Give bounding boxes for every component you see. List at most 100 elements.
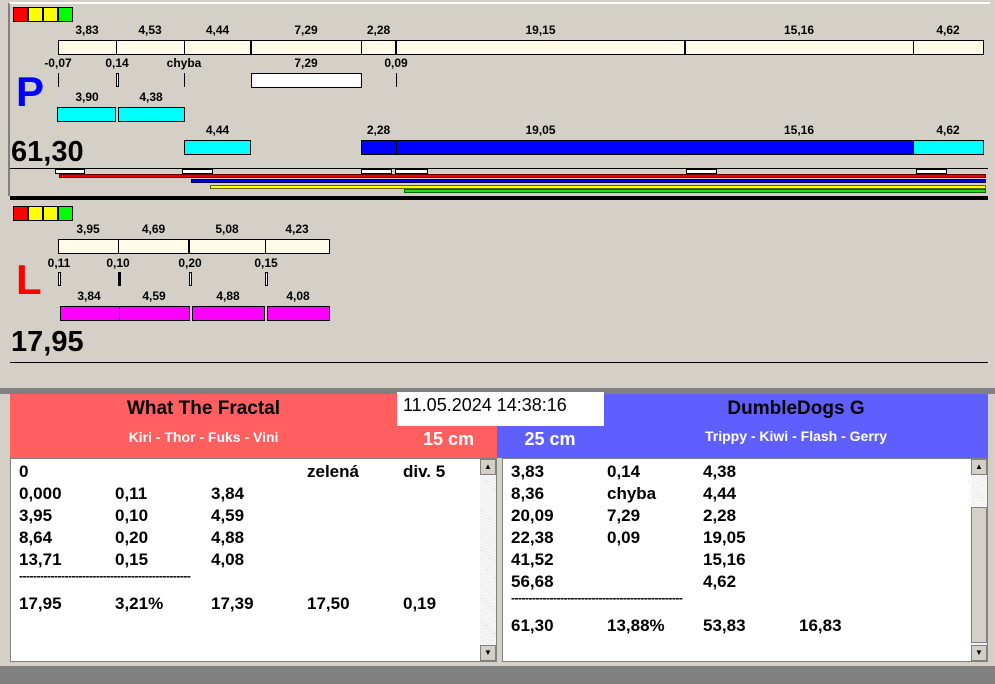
l-marker-label: 0,20 [178,256,202,270]
p-bottom-label: 4,62 [936,123,960,137]
p-letter: P [16,68,45,115]
p-top-label: 4,44 [205,23,230,37]
cell: 0,000 [19,484,62,503]
l-top-label: 3,95 [76,222,100,236]
p-bottom-segment [685,140,914,155]
p-timeline-axis [10,168,988,169]
cell: 2,28 [703,506,737,525]
p-bottom-segment [361,140,397,155]
status-red [13,7,28,22]
p-top-label: 19,15 [525,23,556,37]
cell: 0,14 [607,462,641,481]
cell: 61,30 [511,616,554,635]
cell: 0 [19,462,29,481]
p-top-segment [361,40,397,55]
left-results-list[interactable]: 0 zelená div. 5 0,000 0,11 3,84 3,95 0,10 4,59… [10,458,497,662]
right-team-members: Trippy - Kiwi - Flash - Gerry [704,428,888,444]
p-top-segment [913,40,984,55]
cell: 20,09 [511,506,554,525]
status-yellow [43,7,58,22]
scroll-down-button[interactable]: ▼ [480,645,496,661]
p-bottom-label: 15,16 [783,123,815,137]
p-bottom-segment [184,140,251,155]
cell: 7,29 [607,506,641,525]
p-bottom-segment [913,140,984,155]
left-team-name: What The Fractal [126,398,281,419]
scroll-up-button[interactable]: ▲ [480,459,496,475]
p-top-label: 15,16 [783,23,815,37]
datetime-display: 11.05.2024 14:38:16 [397,392,604,426]
l-magenta-label: 4,08 [286,289,310,303]
l-top-segment [265,239,330,254]
cell: 4,59 [211,506,245,525]
cell: 8,64 [19,528,53,547]
l-top-label: 4,69 [141,222,166,236]
l-marker [189,272,192,286]
cell: 3,84 [211,484,245,503]
l-letter: L [16,256,42,303]
p-marker-label: 0,09 [384,56,408,70]
p-cyan-segment [118,107,185,122]
l-magenta-segment [267,306,330,321]
cell: zelená [307,462,359,481]
scroll-thumb[interactable] [971,507,987,643]
separator-text: ----------------------------------------… [511,591,683,605]
p-marker [58,73,59,87]
l-top-segment [58,239,119,254]
right-team-name: DumbleDogs G [727,398,865,419]
l-magenta-label: 4,88 [216,289,240,303]
p-bottom-label: 4,44 [205,123,230,137]
p-top-segment [184,40,252,55]
l-marker-label: 0,15 [254,256,278,270]
cell: 16,83 [799,616,842,635]
p-cyan-label: 4,38 [139,90,163,104]
right-results-list[interactable]: 3,83 0,14 4,38 8,36 chyba 4,44 20,09 7,29 2,28… [502,458,988,662]
status-green [58,7,73,22]
scroll-up-button[interactable]: ▲ [971,459,987,475]
status-red [13,206,28,221]
scroll-down-button[interactable]: ▼ [971,645,987,661]
p-bottom-label: 2,28 [366,123,391,137]
l-top-segment [118,239,190,254]
cell: 4,44 [703,484,737,503]
cell: 4,88 [211,528,245,547]
p-top-label: 4,62 [936,23,960,37]
left-scrollbar[interactable]: ▲ ▼ [480,459,496,661]
p-progress-red [59,174,986,178]
p-marker-label: 7,29 [294,56,318,70]
l-total: 17,95 [11,326,84,358]
p-progress-green [404,189,986,193]
p-progress-blue [191,179,986,183]
p-top-segment [396,40,686,55]
cell: 0,09 [607,528,641,547]
p-top-label: 2,28 [366,23,391,37]
cell: 17,95 [19,594,62,613]
l-magenta-segment [119,306,190,321]
panel-divider [10,196,988,200]
l-marker-label: 0,11 [47,256,71,270]
l-timeline-axis [10,362,988,363]
cell: 15,16 [703,550,746,569]
cell: 13,71 [19,550,62,569]
p-total: 61,30 [11,136,84,168]
p-top-label: 4,53 [138,23,162,37]
l-magenta-label: 4,59 [142,289,166,303]
status-green [58,206,73,221]
l-top-label: 4,23 [285,222,309,236]
cell: 22,38 [511,528,554,547]
cell: 19,05 [703,528,746,547]
right-scrollbar[interactable]: ▲ ▼ [971,459,987,661]
l-marker [265,272,268,286]
p-top-segment [251,40,362,55]
p-cyan-label: 3,90 [75,90,99,104]
l-magenta-label: 3,84 [77,289,101,303]
p-top-segment [58,40,117,55]
p-marker [116,73,119,87]
p-marker-label: chyba [166,56,202,70]
p-cyan-segment [57,107,116,122]
cell: 0,20 [115,528,149,547]
l-top-segment [189,239,266,254]
cell: 13,88% [607,616,665,635]
left-team-distance: 15 cm [422,429,475,449]
status-yellow [28,7,43,22]
